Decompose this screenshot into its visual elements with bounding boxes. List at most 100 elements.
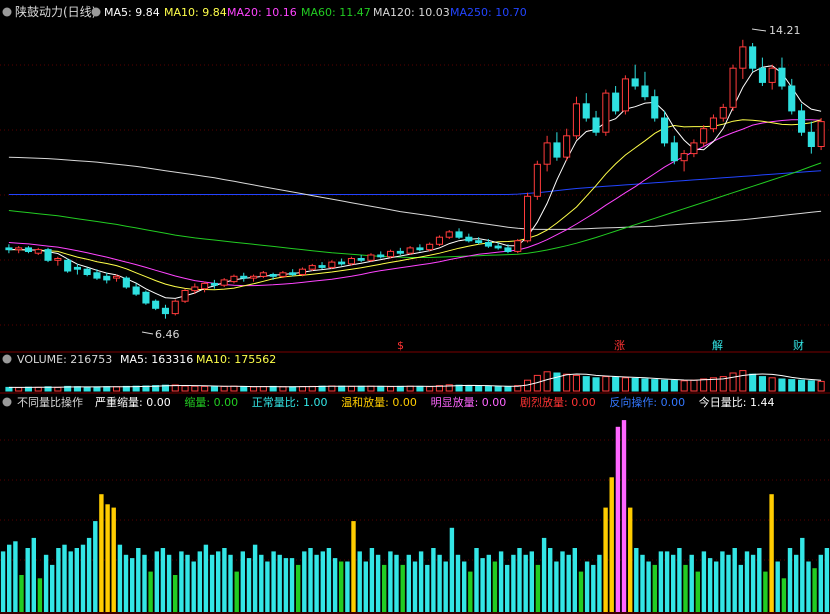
event-marker-jie[interactable]: 解: [712, 338, 723, 352]
event-marker-zhang[interactable]: 涨: [614, 339, 625, 352]
volume-bar: [220, 385, 228, 392]
volume-ratio-bar: [597, 554, 602, 612]
volume-ratio-bar: [781, 578, 787, 612]
volume-ratio-bar: [382, 564, 387, 612]
candle-body: [347, 258, 355, 265]
indicator-panel[interactable]: [0, 420, 830, 612]
volume-ratio-bar: [560, 551, 565, 612]
candle-body: [113, 275, 121, 279]
volume-ratio-bar: [400, 564, 405, 612]
volume-ratio-bar: [185, 554, 190, 612]
volume-ratio-bar: [160, 548, 166, 612]
ma60-line: [8, 162, 822, 258]
volume-ratio-bar: [240, 551, 245, 612]
indicator-legend-item: 缩量: 0.00: [184, 396, 238, 409]
candle-body: [367, 254, 375, 261]
volume-ratio-bar: [418, 551, 424, 612]
volume-ratio-bar: [375, 554, 381, 612]
volume-ratio-bar: [166, 554, 172, 612]
volume-bar: [817, 380, 825, 392]
candle-body: [631, 78, 639, 87]
volume-ratio-bar: [74, 548, 79, 612]
settings-toggle-icon[interactable]: [2, 7, 12, 17]
volume-toggle-icon[interactable]: [2, 354, 12, 364]
candle-body: [24, 247, 32, 252]
event-marker-dollar[interactable]: $: [397, 339, 404, 352]
volume-ratio-bar: [314, 554, 319, 612]
volume-ratio-bar: [136, 548, 141, 612]
indicator-header: 不同量比操作 严重缩量: 0.00 缩量: 0.00 正常量比: 1.00 温和放量:…: [2, 395, 775, 409]
volume-bar: [181, 385, 189, 392]
candle-body: [259, 272, 267, 277]
volume-ratio-bar: [750, 554, 756, 612]
volume-ratio-bar: [142, 554, 147, 612]
grid-lines: [0, 64, 830, 614]
price-panel[interactable]: [5, 39, 825, 319]
volume-bar: [572, 374, 581, 392]
candle-body: [553, 142, 561, 158]
volume-ma10-label: MA10: 175562: [196, 353, 276, 366]
ma20-line: [8, 119, 822, 287]
volume-ratio-bar: [474, 548, 479, 612]
volume-bar: [465, 385, 473, 392]
volume-ratio-bar: [31, 537, 36, 612]
candle-body: [103, 275, 111, 281]
volume-ratio-bar: [818, 554, 823, 612]
volume-ratio-bar: [351, 521, 356, 612]
volume-ratio-bar: [486, 554, 491, 612]
volume-ratio-bar: [394, 554, 399, 612]
volume-ratio-bar: [209, 554, 215, 612]
volume-ratio-bar: [320, 551, 325, 612]
candle-body: [83, 268, 91, 276]
candle-body: [524, 195, 532, 242]
volume-bar: [592, 377, 600, 392]
volume-bar: [641, 378, 649, 392]
volume-ratio-bar: [726, 554, 731, 612]
volume-ratio-bar: [664, 551, 670, 612]
volume-ratio-bar: [50, 564, 55, 612]
indicator-toggle-icon[interactable]: [2, 397, 12, 407]
volume-bar: [749, 373, 757, 392]
volume-bar: [631, 377, 639, 392]
candle-body: [240, 275, 248, 279]
volume-bar: [739, 370, 747, 392]
volume-ratio-bar: [228, 554, 233, 612]
volume-ratio-bar: [578, 571, 584, 612]
indicator-legend-item: 今日量比: 1.44: [699, 395, 775, 409]
volume-panel[interactable]: [5, 370, 825, 392]
ma-toggle-icon[interactable]: [91, 7, 101, 17]
volume-bar: [416, 385, 424, 392]
volume-bar: [357, 385, 365, 392]
volume-ratio-bar: [449, 527, 455, 612]
candle-body: [142, 291, 150, 304]
volume-ratio-bar: [19, 575, 24, 612]
volume-ratio-bar: [603, 507, 608, 612]
event-marker-cai[interactable]: 财: [793, 338, 804, 352]
volume-ratio-bar: [56, 548, 61, 612]
volume-bar: [475, 385, 483, 392]
volume-bar: [602, 376, 610, 392]
volume-ratio-bar: [505, 564, 510, 612]
candle-body: [171, 300, 179, 315]
volume-bar: [201, 385, 209, 392]
volume-ratio-bar: [283, 558, 289, 612]
volume-ratio-bar: [468, 571, 473, 612]
volume-ratio-bar: [566, 554, 571, 612]
volume-ratio-bar: [130, 558, 135, 612]
volume-ratio-bar: [769, 494, 774, 612]
volume-ratio-bar: [222, 548, 227, 612]
indicator-legend-item: 剧烈放量: 0.00: [520, 395, 596, 409]
volume-ratio-bar: [0, 551, 6, 612]
volume-ratio-bar: [794, 554, 799, 612]
volume-ratio-bar: [634, 548, 639, 612]
candle-body: [778, 67, 786, 87]
volume-ratio-bar: [443, 561, 448, 612]
volume-ratio-bar: [191, 561, 196, 612]
candle-body: [768, 67, 776, 83]
candle-body: [387, 250, 395, 258]
volume-ratio-bar: [68, 551, 73, 612]
volume-ratio-bar: [689, 554, 694, 612]
candle-body: [798, 110, 806, 133]
volume-bar: [93, 386, 101, 392]
volume-ratio-bar: [216, 551, 221, 612]
